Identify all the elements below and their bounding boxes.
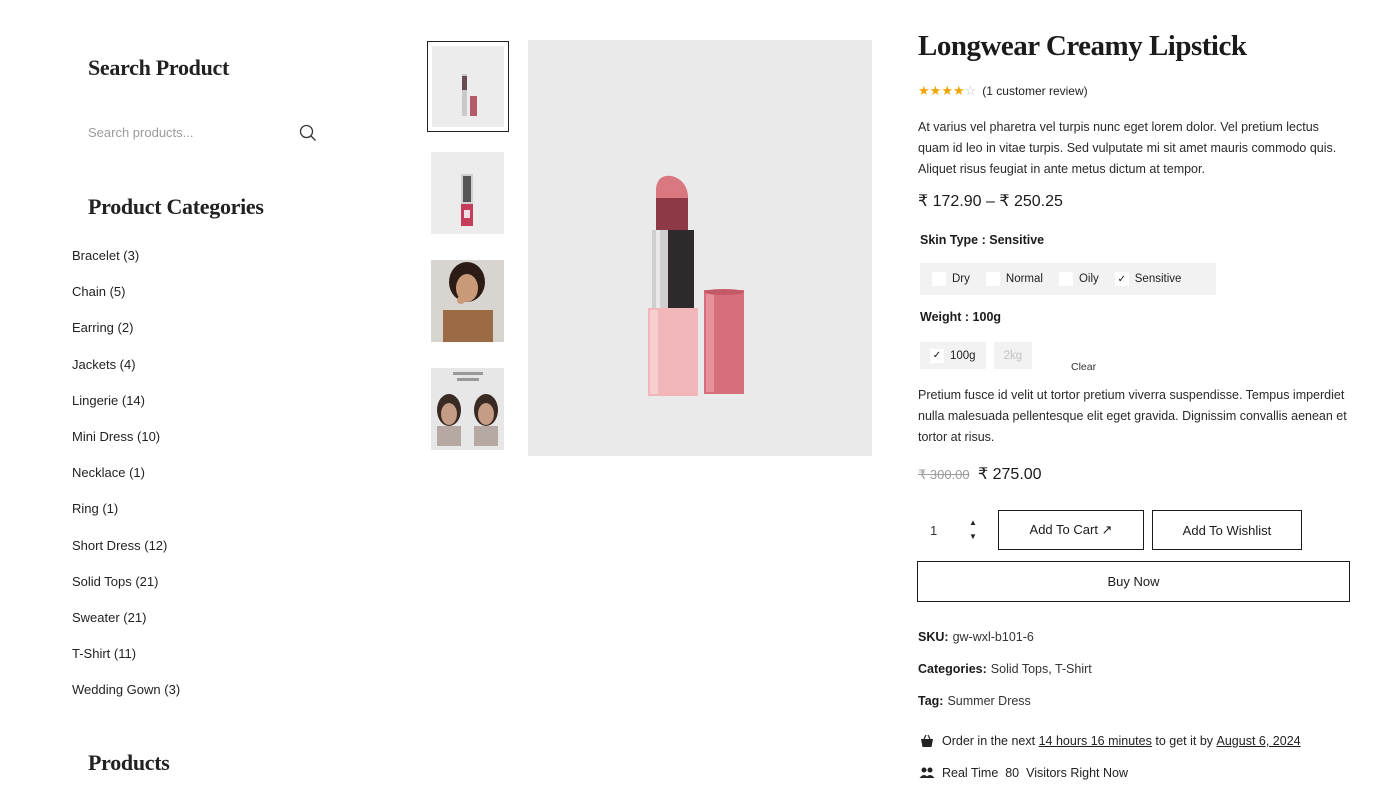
option-label: 100g	[950, 349, 976, 362]
products-heading: Products	[88, 750, 170, 775]
skin-type-label: Skin Type : Sensitive	[920, 233, 1045, 247]
category-item-short-dress[interactable]: Short Dress (12)	[72, 538, 180, 574]
visitors-count: 80	[1005, 766, 1020, 780]
product-search	[88, 118, 328, 148]
sku-value: gw-wxl-b101-6	[952, 630, 1034, 644]
category-item-ring[interactable]: Ring (1)	[72, 501, 180, 537]
category-item-sweater[interactable]: Sweater (21)	[72, 610, 180, 646]
lipstick-image	[648, 175, 744, 396]
quantity-value[interactable]: 1	[930, 523, 937, 538]
category-item-wedding-gown[interactable]: Wedding Gown (3)	[72, 682, 180, 718]
main-product-image[interactable]	[528, 40, 872, 456]
skin-option-oily[interactable]: Oily	[1052, 268, 1106, 290]
product-tag: Tag: Summer Dress	[918, 694, 1031, 708]
product-title: Longwear Creamy Lipstick	[918, 30, 1247, 62]
product-categories-heading: Product Categories	[88, 194, 264, 219]
review-count-link[interactable]: (1 customer review)	[982, 84, 1087, 98]
basket-icon	[921, 734, 933, 747]
category-item-mini-dress[interactable]: Mini Dress (10)	[72, 429, 180, 465]
price-range: ₹ 172.90 – ₹ 250.25	[918, 193, 1063, 210]
quantity-increase-icon[interactable]: ▲	[968, 519, 978, 527]
category-item-lingerie[interactable]: Lingerie (14)	[72, 393, 180, 429]
thumbnail-lipstick-front[interactable]	[427, 41, 509, 132]
checkbox[interactable]	[1058, 272, 1073, 286]
tag-label: Tag:	[918, 694, 944, 708]
delivery-estimate: Order in the next 14 hours 16 minutes to…	[919, 734, 1301, 748]
search-product-heading: Search Product	[88, 55, 230, 80]
order-mid: to get it by	[1155, 734, 1214, 748]
model-thumbnail-image	[431, 260, 504, 342]
buy-now-button[interactable]: Buy Now	[917, 561, 1350, 602]
visitors-suffix: Visitors Right Now	[1026, 766, 1128, 780]
category-item-bracelet[interactable]: Bracelet (3)	[72, 248, 180, 284]
category-item-chain[interactable]: Chain (5)	[72, 284, 180, 320]
option-label: Normal	[1005, 273, 1043, 285]
search-input[interactable]	[88, 118, 288, 146]
star-icon: ★	[941, 83, 953, 98]
option-label: Oily	[1078, 273, 1099, 285]
checkbox[interactable]	[932, 272, 946, 286]
star-icon: ★	[918, 83, 930, 98]
category-item-jackets[interactable]: Jackets (4)	[72, 357, 180, 393]
category-list: Bracelet (3) Chain (5) Earring (2) Jacke…	[72, 248, 180, 718]
thumbnail-model-applying-lipstick[interactable]	[431, 260, 504, 342]
product-sku: SKU: gw-wxl-b101-6	[918, 630, 1034, 644]
weight-option-100g[interactable]: ✓ 100g	[920, 342, 986, 369]
clear-selection-link[interactable]: Clear	[1071, 361, 1096, 373]
skin-type-options: Dry Normal Oily ✓ Sensitive	[920, 263, 1216, 295]
categories-label: Categories:	[918, 662, 987, 676]
delivery-date: August 6, 2024	[1216, 734, 1301, 748]
option-label: 2kg	[1003, 349, 1023, 362]
weight-options: ✓ 100g 2kg	[920, 342, 1033, 369]
star-icon: ★	[952, 83, 965, 98]
star-rating: ★ ★ ★ ★ ☆	[918, 84, 976, 98]
users-icon	[919, 767, 935, 778]
skin-option-sensitive[interactable]: ✓ Sensitive	[1108, 268, 1189, 290]
sku-label: SKU:	[918, 630, 949, 644]
product-short-description: At varius vel pharetra vel turpis nunc e…	[918, 120, 1337, 176]
weight-option-2kg[interactable]: 2kg	[993, 342, 1033, 369]
skin-option-dry[interactable]: Dry	[925, 268, 977, 290]
original-price: ₹ 300.00	[918, 467, 970, 482]
quantity-decrease-icon[interactable]: ▼	[968, 533, 978, 541]
tag-value[interactable]: Summer Dress	[947, 694, 1030, 708]
star-empty-icon: ☆	[964, 83, 977, 98]
add-to-cart-button[interactable]: Add To Cart ↗	[998, 510, 1144, 550]
category-item-earring[interactable]: Earring (2)	[72, 320, 180, 356]
category-item-solid-tops[interactable]: Solid Tops (21)	[72, 574, 180, 610]
option-label: Dry	[952, 273, 970, 285]
option-label: Sensitive	[1134, 273, 1182, 285]
weight-label: Weight : 100g	[920, 310, 1002, 324]
product-variation-description: Pretium fusce id velit ut tortor pretium…	[918, 388, 1347, 444]
skin-option-normal[interactable]: Normal	[979, 268, 1050, 290]
live-visitors: Real Time 80 Visitors Right Now	[919, 766, 1128, 780]
category-item-t-shirt[interactable]: T-Shirt (11)	[72, 646, 180, 682]
search-icon[interactable]	[298, 123, 318, 143]
checkmark-icon[interactable]: ✓	[930, 348, 944, 363]
product-categories: Categories: Solid Tops, T-Shirt	[918, 662, 1092, 676]
order-prefix: Order in the next	[942, 734, 1036, 748]
lipstick-thumbnail-image	[462, 74, 477, 116]
checkmark-icon[interactable]: ✓	[1114, 272, 1129, 286]
categories-value[interactable]: Solid Tops, T-Shirt	[991, 662, 1092, 676]
thumbnail-before-after[interactable]	[431, 368, 504, 450]
product-rating: ★ ★ ★ ★ ☆ (1 customer review)	[918, 84, 1088, 99]
before-after-thumbnail-image	[431, 368, 504, 450]
order-countdown: 14 hours 16 minutes	[1038, 734, 1152, 748]
checkbox[interactable]	[985, 272, 1000, 286]
add-to-wishlist-button[interactable]: Add To Wishlist	[1152, 510, 1302, 550]
category-item-necklace[interactable]: Necklace (1)	[72, 465, 180, 501]
visitors-prefix: Real Time	[942, 766, 999, 780]
sale-price: ₹ 275.00	[978, 466, 1042, 483]
thumbnail-lipstick-open[interactable]	[431, 152, 504, 234]
star-icon: ★	[929, 83, 942, 98]
quantity-stepper[interactable]: 1 ▲ ▼	[918, 511, 984, 551]
lipstick-open-thumbnail-image	[461, 174, 473, 226]
